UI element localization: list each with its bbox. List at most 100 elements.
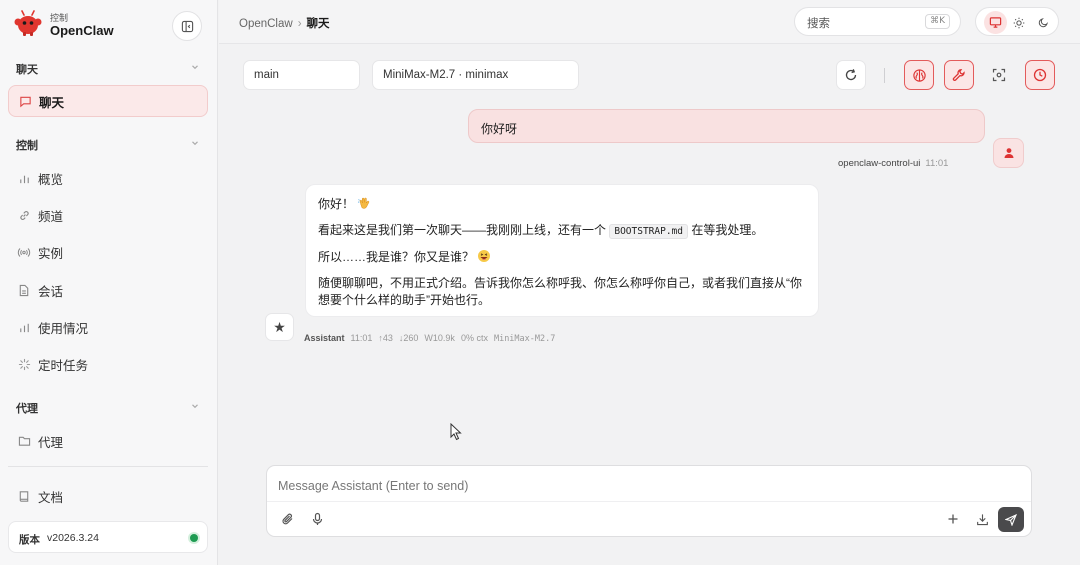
breadcrumb: OpenClaw › 聊天	[239, 15, 330, 31]
version-card: 版本 v2026.3.24	[8, 521, 208, 553]
assistant-line-text: 你好！	[318, 197, 355, 211]
session-select-value: main	[254, 69, 279, 81]
thinking-toggle-button[interactable]	[904, 60, 934, 90]
attach-button[interactable]	[277, 508, 299, 530]
version-value: v2026.3.24	[47, 532, 99, 544]
bar-chart-icon	[17, 171, 31, 185]
breadcrumb-separator: ›	[297, 18, 302, 30]
theme-light-button[interactable]	[1007, 11, 1030, 34]
book-icon	[17, 489, 31, 503]
assistant-line-text: 所以……我是谁？你又是谁？	[318, 250, 475, 264]
brand-name: OpenClaw	[50, 23, 114, 38]
assistant-line: 看起来这是我们第一次聊天——我刚刚上线，还有一个 BOOTSTRAP.md 在等…	[318, 222, 806, 240]
theme-switcher	[975, 7, 1059, 36]
sidebar-item-instances[interactable]: 实例	[8, 236, 208, 268]
sidebar-item-channels[interactable]: 频道	[8, 199, 208, 231]
sidebar-toggle-button[interactable]	[172, 11, 202, 41]
sidebar-item-docs[interactable]: 文档	[8, 480, 208, 512]
sidebar-item-label: 定时任务	[38, 358, 89, 373]
download-icon	[976, 513, 988, 525]
assistant-message-bubble: 你好！ 看起来这是我们第一次聊天——我刚刚上线，还有一个 BOOTSTRAP.m…	[305, 184, 819, 317]
grinning-face-icon	[477, 249, 491, 263]
tokens-window: W10.9k	[424, 333, 455, 343]
assistant-line-text: 在等我处理。	[691, 223, 764, 237]
section-chat[interactable]: 聊天	[16, 61, 202, 77]
version-label: 版本	[19, 534, 40, 546]
assistant-line: 随便聊聊吧，不用正式介绍。告诉我你怎么称呼我、你怎么称呼你自己，或者我们直接从“…	[318, 275, 806, 309]
section-title: 控制	[16, 140, 38, 152]
voice-input-button[interactable]	[306, 508, 328, 530]
mouse-cursor-icon	[450, 423, 462, 441]
assistant-line-text: 随便聊聊吧，不用正式介绍。告诉我你怎么称呼我、你怎么称呼你自己，或者我们直接从“…	[318, 276, 802, 307]
focus-mode-button[interactable]	[984, 60, 1014, 90]
clock-icon	[1033, 68, 1047, 82]
model-select-value: MiniMax-M2.7 · minimax	[383, 69, 509, 81]
sun-icon	[1013, 17, 1024, 28]
sidebar-item-label: 代理	[38, 435, 64, 450]
new-session-button[interactable]	[942, 508, 964, 530]
user-avatar	[993, 138, 1024, 168]
user-message-meta: openclaw-control-ui 11:01	[838, 158, 948, 169]
user-message-sender: openclaw-control-ui	[838, 158, 921, 169]
assistant-time: 11:01	[350, 333, 373, 343]
session-select[interactable]: main	[243, 60, 360, 90]
wrench-icon	[952, 69, 965, 81]
moon-icon	[1038, 18, 1048, 28]
loader-icon	[17, 357, 31, 371]
sidebar-item-overview[interactable]: 概览	[8, 162, 208, 194]
monitor-icon	[989, 17, 1002, 28]
tools-toggle-button[interactable]	[944, 60, 974, 90]
context-usage: 0% ctx	[460, 333, 488, 343]
brain-icon	[912, 68, 926, 82]
focus-scan-icon	[992, 68, 1006, 82]
user-message-time: 11:01	[925, 158, 949, 169]
section-title: 代理	[16, 403, 38, 415]
sidebar-divider	[8, 466, 208, 467]
sidebar-item-label: 会话	[38, 284, 64, 299]
message-input[interactable]	[278, 475, 978, 497]
theme-system-button[interactable]	[984, 11, 1007, 34]
search-shortcut-badge: ⌘K	[925, 14, 950, 29]
tokens-out: ↓260	[398, 333, 419, 343]
sidebar-item-label: 频道	[38, 209, 64, 224]
sidebar-item-cron[interactable]: 定时任务	[8, 348, 208, 380]
radio-icon	[17, 245, 31, 259]
section-control[interactable]: 控制	[16, 137, 202, 153]
sidebar-item-sessions[interactable]: 会话	[8, 274, 208, 306]
export-button[interactable]	[971, 508, 993, 530]
waving-hand-icon	[357, 196, 371, 210]
composer-divider	[267, 501, 1031, 502]
assistant-line: 你好！	[318, 196, 806, 213]
tokens-in: ↑43	[378, 333, 393, 343]
sidebar-item-chat[interactable]: 聊天	[8, 85, 208, 117]
theme-dark-button[interactable]	[1032, 11, 1055, 34]
paperclip-icon	[282, 513, 293, 525]
sidebar-item-usage[interactable]: 使用情况	[8, 311, 208, 343]
sidebar-item-label: 聊天	[39, 95, 65, 110]
send-button[interactable]	[998, 507, 1024, 532]
file-text-icon	[17, 283, 31, 297]
folder-icon	[17, 434, 31, 448]
section-agent[interactable]: 代理	[16, 400, 202, 416]
history-button[interactable]	[1025, 60, 1055, 90]
user-icon	[1004, 148, 1013, 158]
plus-icon	[948, 514, 958, 524]
refresh-button[interactable]	[836, 60, 866, 90]
user-message-bubble: 你好呀	[468, 109, 985, 143]
sidebar-toggle-icon	[181, 20, 193, 32]
inline-code: BOOTSTRAP.md	[609, 224, 688, 239]
toolbar-divider	[884, 68, 885, 83]
sidebar-item-label: 实例	[38, 246, 64, 261]
sidebar: 控制 OpenClaw 聊天 聊天 控制 概览 频道 实例 会话 使用情况 定时…	[0, 0, 218, 565]
sidebar-item-agents[interactable]: 代理	[8, 425, 208, 457]
sidebar-item-label: 使用情况	[38, 321, 89, 336]
section-title: 聊天	[16, 64, 38, 76]
model-select[interactable]: MiniMax-M2.7 · minimax	[372, 60, 579, 90]
assistant-line: 所以……我是谁？你又是谁？	[318, 249, 806, 266]
assistant-avatar: ★	[265, 313, 294, 341]
breadcrumb-root[interactable]: OpenClaw	[239, 18, 293, 30]
search-input[interactable]: 搜索 ⌘K	[794, 7, 961, 36]
assistant-line-text: 看起来这是我们第一次聊天——我刚刚上线，还有一个	[318, 223, 607, 237]
chevron-down-icon	[190, 401, 200, 411]
microphone-icon	[312, 512, 322, 525]
